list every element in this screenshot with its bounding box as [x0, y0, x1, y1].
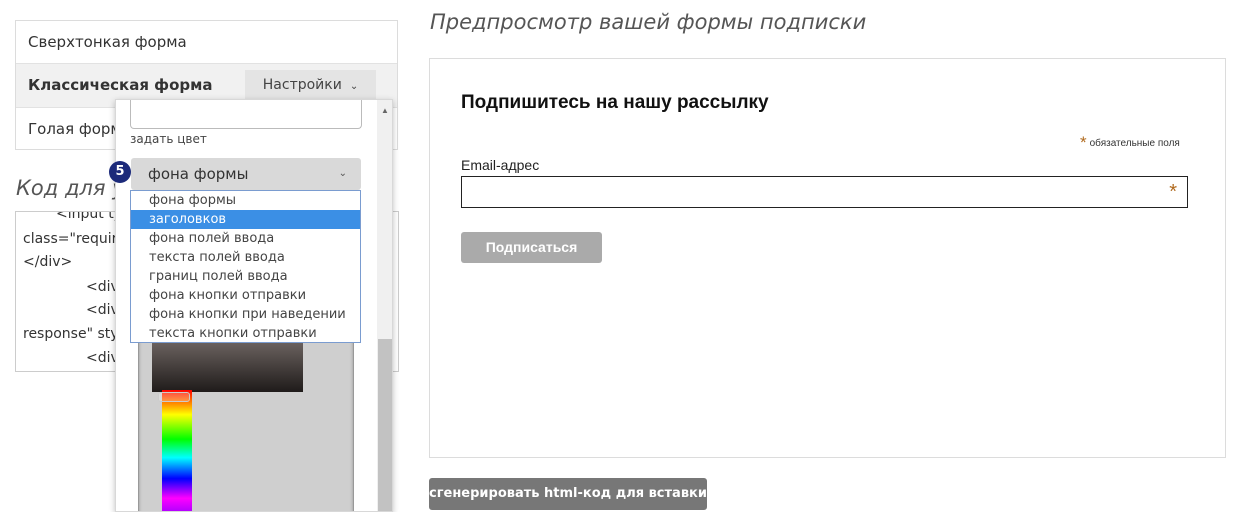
- dropdown-option[interactable]: текста полей ввода: [131, 248, 360, 267]
- code-line: <input ty: [56, 211, 122, 222]
- code-line: <div: [86, 350, 119, 366]
- email-input[interactable]: *: [461, 176, 1188, 208]
- required-fields-note: * обязательные поля: [1080, 133, 1180, 153]
- subscribe-button[interactable]: Подписаться: [461, 232, 602, 263]
- dropdown-option[interactable]: границ полей ввода: [131, 267, 360, 286]
- color-target-select[interactable]: фона формы ⌄: [131, 158, 361, 190]
- form-preview: Подпишитесь на нашу рассылку * обязательн…: [429, 58, 1226, 458]
- hue-slider[interactable]: [162, 390, 192, 511]
- code-line: </div>: [23, 254, 73, 270]
- dropdown-option[interactable]: текста кнопки отправки: [131, 324, 360, 343]
- hue-slider-handle[interactable]: [158, 392, 190, 402]
- dropdown-option-highlighted[interactable]: заголовков: [131, 210, 360, 229]
- dropdown-option[interactable]: фона кнопки при наведении: [131, 305, 360, 324]
- preview-heading: Предпросмотр вашей формы подписки: [430, 10, 867, 34]
- set-color-label: задать цвет: [130, 132, 207, 146]
- code-line: <div: [86, 279, 119, 295]
- required-star-icon: *: [1169, 181, 1177, 203]
- settings-button[interactable]: Настройки ⌄: [245, 70, 376, 101]
- code-line: response" sty: [23, 326, 119, 342]
- dropdown-option[interactable]: фона формы: [131, 191, 360, 210]
- required-note-text: обязательные поля: [1089, 138, 1180, 149]
- email-label: Email-адрес: [461, 157, 540, 173]
- popup-input-field[interactable]: [130, 100, 362, 129]
- popup-scroll-thumb[interactable]: [378, 339, 392, 511]
- dropdown-option[interactable]: фона полей ввода: [131, 229, 360, 248]
- color-target-dropdown: фона формы заголовков фона полей ввода т…: [130, 190, 361, 343]
- form-option-ultrathin[interactable]: Сверхтонкая форма: [16, 21, 397, 64]
- generate-html-button[interactable]: сгенерировать html-код для вставки: [429, 478, 707, 510]
- chevron-down-icon: ⌄: [349, 81, 359, 92]
- required-star-icon: *: [1080, 133, 1087, 152]
- code-line: class="requir: [23, 231, 118, 247]
- code-line: <div: [86, 302, 119, 318]
- arrow-up-icon[interactable]: ▲: [381, 106, 389, 115]
- color-saturation-area[interactable]: [152, 340, 303, 392]
- color-target-selected-value: фона формы: [148, 165, 249, 183]
- settings-button-label: Настройки: [262, 77, 342, 93]
- subscribe-form-title: Подпишитесь на нашу рассылку: [461, 92, 769, 113]
- dropdown-option[interactable]: фона кнопки отправки: [131, 286, 360, 305]
- step-badge: 5: [109, 161, 131, 183]
- chevron-down-icon: ⌄: [338, 168, 347, 179]
